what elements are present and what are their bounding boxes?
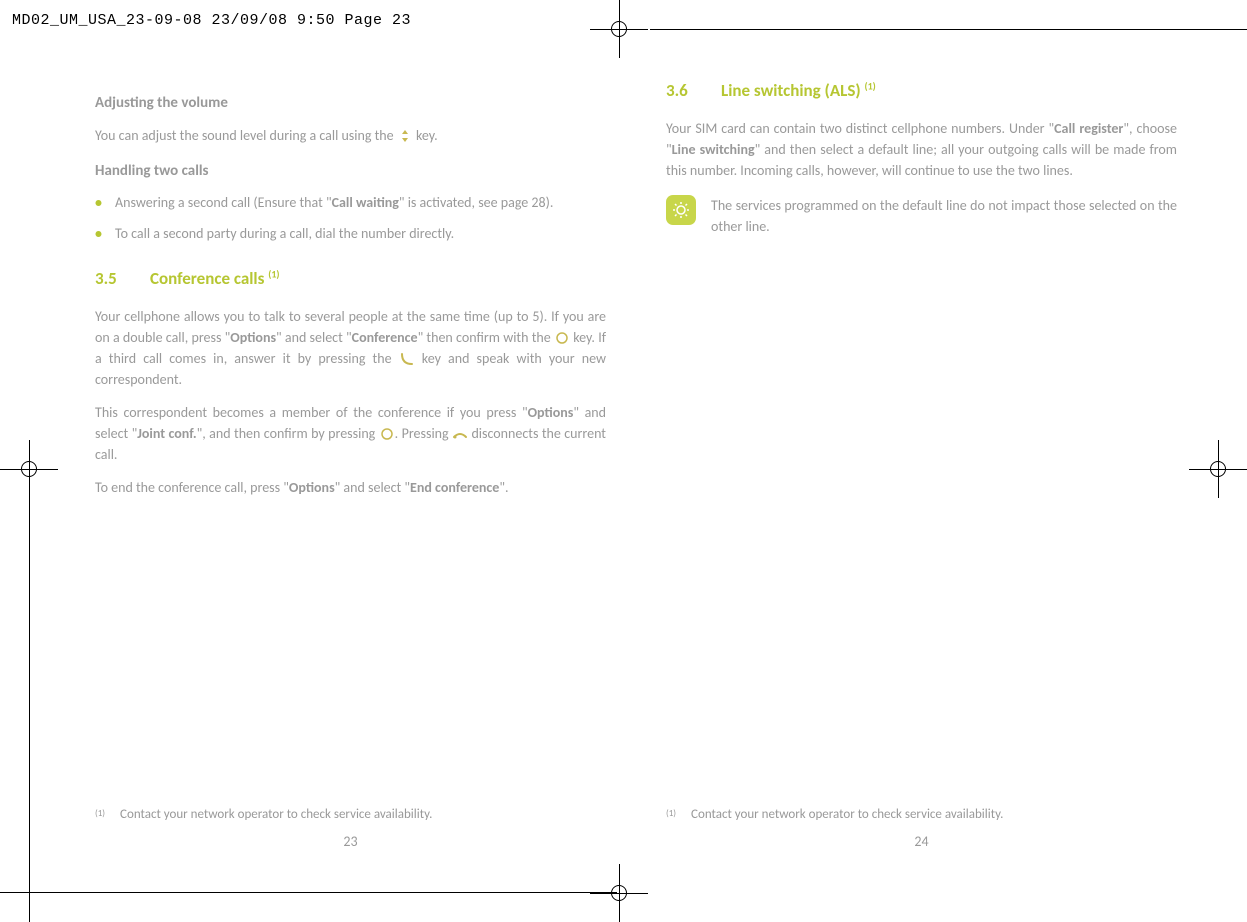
right-page: 3.6Line switching (ALS) (1) Your SIM car…	[666, 78, 1177, 852]
circle-key-icon	[379, 426, 395, 442]
top-rule	[650, 29, 1247, 30]
page-number: 23	[95, 831, 606, 852]
print-header: MD02_UM_USA_23-09-08 23/09/08 9:50 Page …	[12, 10, 411, 33]
crop-mark-right	[1189, 440, 1247, 500]
crop-mark-top	[590, 0, 650, 58]
bullet-item: • Answering a second call (Ensure that "…	[95, 192, 606, 213]
tip-icon	[666, 195, 696, 225]
footnote: (1) Contact your network operator to che…	[95, 805, 432, 825]
bullet-icon: •	[95, 192, 115, 213]
section-heading-3-6: 3.6Line switching (ALS) (1)	[666, 78, 1177, 104]
left-page: Adjusting the volume You can adjust the …	[95, 78, 606, 852]
tip-box: The services programmed on the default l…	[666, 195, 1177, 237]
page-number: 24	[666, 831, 1177, 852]
left-rule	[29, 480, 30, 922]
para-conference-1: Your cellphone allows you to talk to sev…	[95, 306, 606, 390]
footnote: (1) Contact your network operator to che…	[666, 805, 1003, 825]
circle-key-icon	[554, 330, 570, 346]
heading-two-calls: Handling two calls	[95, 160, 606, 183]
answer-key-icon	[399, 351, 415, 367]
bullet-icon: •	[95, 223, 115, 244]
bottom-rule	[0, 892, 617, 893]
updown-key-icon	[397, 128, 413, 144]
hangup-key-icon	[452, 426, 468, 442]
para-conference-3: To end the conference call, press "Optio…	[95, 477, 606, 498]
heading-adjusting-volume: Adjusting the volume	[95, 92, 606, 115]
para-line-switching: Your SIM card can contain two distinct c…	[666, 118, 1177, 181]
bullet-item: • To call a second party during a call, …	[95, 223, 606, 244]
tip-text: The services programmed on the default l…	[711, 195, 1177, 237]
para-conference-2: This correspondent becomes a member of t…	[95, 402, 606, 465]
crop-mark-bottom	[590, 864, 650, 922]
section-heading-3-5: 3.5Conference calls (1)	[95, 266, 606, 292]
para-volume: You can adjust the sound level during a …	[95, 125, 606, 146]
